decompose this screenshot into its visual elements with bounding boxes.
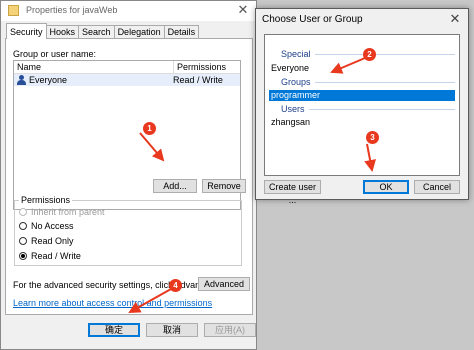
marker-3: 3 xyxy=(366,131,379,144)
radio-read-write-circle xyxy=(19,252,27,260)
marker-2: 2 xyxy=(363,48,376,61)
properties-title-bar: Properties for javaWeb ✕ xyxy=(1,1,256,21)
category-special: Special xyxy=(269,49,455,59)
choose-user-dialog: Choose User or Group ✕ Special Everyone … xyxy=(255,8,469,205)
marker-1: 1 xyxy=(143,122,156,135)
principal-list[interactable]: Special Everyone Groups programmer Users… xyxy=(264,34,460,176)
list-item-programmer[interactable]: programmer xyxy=(269,90,455,101)
advanced-button[interactable]: Advanced xyxy=(198,277,250,291)
radio-read-only[interactable]: Read Only xyxy=(19,235,74,247)
category-users-label: Users xyxy=(281,104,305,114)
radio-read-only-circle xyxy=(19,237,27,245)
category-groups: Groups xyxy=(269,77,455,87)
properties-dialog: Properties for javaWeb ✕ Security Hooks … xyxy=(0,0,257,350)
group-or-user-label: Group or user name: xyxy=(13,49,97,59)
radio-read-write-label: Read / Write xyxy=(31,251,81,261)
category-special-label: Special xyxy=(281,49,311,59)
close-icon[interactable]: ✕ xyxy=(448,12,462,26)
acl-row-name: Everyone xyxy=(29,75,68,85)
ok-button[interactable]: 确定 xyxy=(88,323,140,337)
advanced-hint: For the advanced security settings, clic… xyxy=(13,280,218,290)
tab-hooks[interactable]: Hooks xyxy=(45,25,80,39)
list-item-everyone[interactable]: Everyone xyxy=(269,63,455,74)
tab-delegation[interactable]: Delegation xyxy=(113,25,165,39)
apply-button[interactable]: 应用(A) xyxy=(204,323,256,337)
permissions-group: Permissions Inherit from parent No Acces… xyxy=(14,195,242,266)
tab-security[interactable]: Security xyxy=(6,23,47,39)
radio-no-access-circle xyxy=(19,222,27,230)
acl-row[interactable]: Everyone Read / Write xyxy=(14,74,240,86)
remove-button[interactable]: Remove xyxy=(202,179,246,193)
radio-no-access-label: No Access xyxy=(31,221,74,231)
radio-inherit[interactable]: Inherit from parent xyxy=(19,206,105,218)
chooser-cancel-button[interactable]: Cancel xyxy=(414,180,460,194)
radio-inherit-circle xyxy=(19,208,27,216)
chooser-title: Choose User or Group xyxy=(262,14,363,25)
radio-read-only-label: Read Only xyxy=(31,236,74,246)
category-groups-label: Groups xyxy=(281,77,311,87)
chooser-ok-button[interactable]: OK xyxy=(363,180,409,194)
marker-4: 4 xyxy=(169,279,182,292)
create-user-button[interactable]: Create user ... xyxy=(264,180,321,205)
radio-inherit-label: Inherit from parent xyxy=(31,207,105,217)
group-icon xyxy=(17,75,27,85)
add-button[interactable]: Add... xyxy=(153,179,197,193)
tab-search[interactable]: Search xyxy=(78,25,115,39)
close-icon[interactable]: ✕ xyxy=(236,3,250,17)
list-item-zhangsan[interactable]: zhangsan xyxy=(269,117,455,128)
learn-more-link[interactable]: Learn more about access control and perm… xyxy=(13,298,212,308)
acl-header: Name Permissions xyxy=(14,61,240,74)
folder-icon xyxy=(8,5,19,16)
acl-row-permissions: Read / Write xyxy=(173,75,223,85)
radio-read-write[interactable]: Read / Write xyxy=(19,250,81,262)
security-panel: Group or user name: Name Permissions Eve… xyxy=(5,38,253,315)
permissions-legend: Permissions xyxy=(19,195,73,205)
column-name-header[interactable]: Name xyxy=(14,61,174,73)
category-users: Users xyxy=(269,104,455,114)
properties-title: Properties for javaWeb xyxy=(26,5,118,15)
column-permissions-header[interactable]: Permissions xyxy=(174,61,226,73)
radio-no-access[interactable]: No Access xyxy=(19,220,74,232)
tab-strip: Security Hooks Search Delegation Details xyxy=(6,23,200,39)
tab-details[interactable]: Details xyxy=(163,25,200,39)
cancel-button[interactable]: 取消 xyxy=(146,323,198,337)
